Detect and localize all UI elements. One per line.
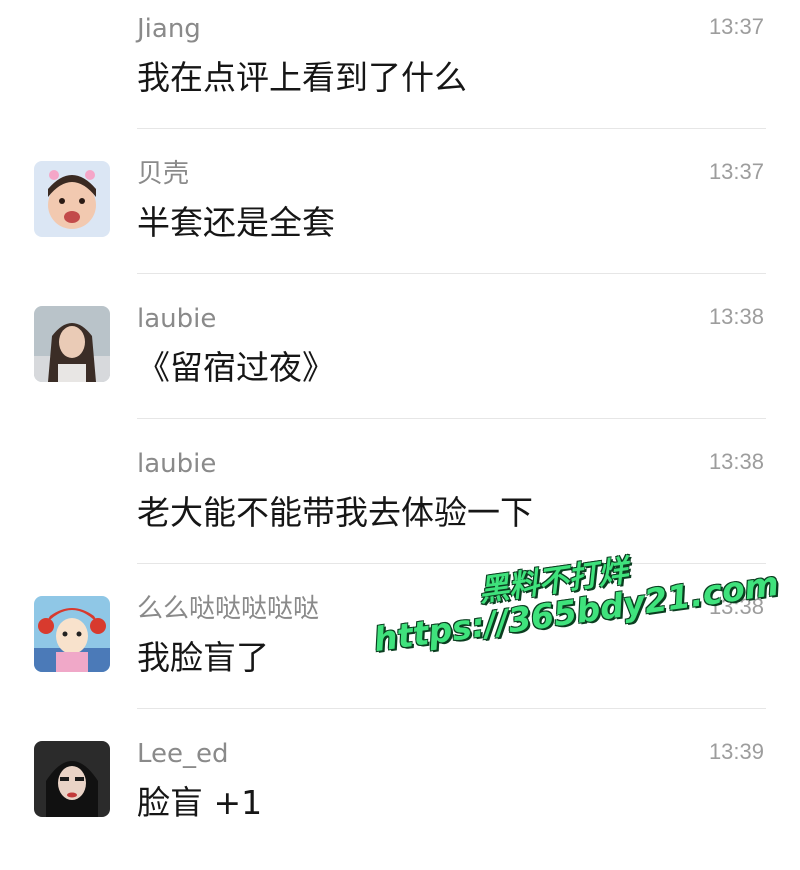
comment-timestamp: 13:37 (708, 159, 764, 184)
comment-text: 我脸盲了 (137, 638, 269, 677)
comment-row[interactable]: 贝壳 13:37 半套还是全套 (0, 145, 800, 290)
woman-portrait-avatar[interactable] (34, 306, 110, 382)
comment-row[interactable]: Lee_ed 13:39 脸盲 +1 (0, 725, 800, 870)
comment-text: 我在点评上看到了什么 (137, 58, 467, 97)
comment-username[interactable]: laubie (137, 449, 216, 479)
comment-row[interactable]: laubie 13:38 《留宿过夜》 (0, 290, 800, 435)
comment-username[interactable]: 么么哒哒哒哒哒 (137, 594, 319, 624)
girl-child-avatar[interactable] (34, 161, 110, 237)
comment-text: 脸盲 +1 (137, 783, 263, 822)
comment-username[interactable]: Jiang (137, 14, 201, 44)
comment-username[interactable]: Lee_ed (137, 739, 229, 769)
comment-text: 半套还是全套 (137, 203, 335, 242)
divider (137, 128, 766, 129)
comment-timestamp: 13:39 (708, 739, 764, 764)
divider (137, 273, 766, 274)
cartoon-girl-avatar[interactable] (34, 596, 110, 672)
divider (137, 418, 766, 419)
divider (137, 563, 766, 564)
comment-username[interactable]: laubie (137, 304, 216, 334)
comment-username[interactable]: 贝壳 (137, 159, 189, 189)
comment-text: 老大能不能带我去体验一下 (137, 493, 533, 532)
comment-row[interactable]: Jiang 13:37 我在点评上看到了什么 (0, 0, 800, 145)
divider (137, 708, 766, 709)
comment-row[interactable]: laubie 13:38 老大能不能带我去体验一下 (0, 435, 800, 580)
comment-text: 《留宿过夜》 (137, 348, 335, 387)
dark-portrait-avatar[interactable] (34, 741, 110, 817)
comment-timestamp: 13:38 (708, 304, 764, 329)
comment-timestamp: 13:37 (708, 14, 764, 39)
comment-timestamp: 13:38 (708, 449, 764, 474)
